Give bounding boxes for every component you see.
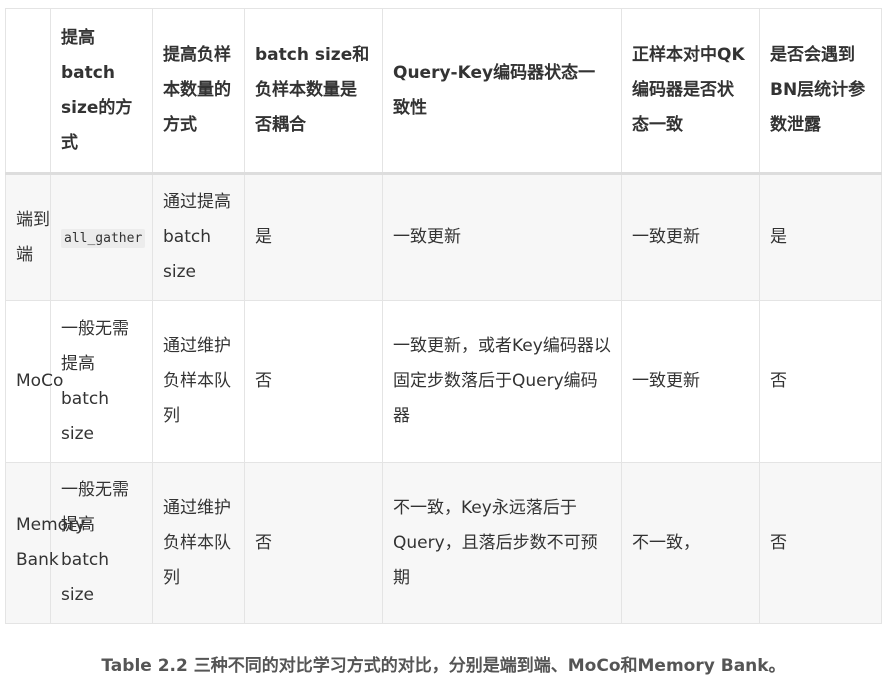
header-cell-batch-size-method: 提高batch size的方式	[50, 8, 153, 175]
header-cell-positive-pair-consistency: 正样本对中QK编码器是否状态一致	[621, 8, 760, 175]
row-label: MoCo	[5, 300, 63, 463]
table-cell: 通过维护负样本队列	[152, 462, 245, 624]
table-cell: all_gather	[50, 173, 153, 301]
comparison-table: 提高batch size的方式 提高负样本数量的方式 batch size和负样…	[5, 8, 882, 624]
table-cell: 否	[759, 462, 882, 624]
header-cell-coupling: batch size和负样本数量是否耦合	[244, 8, 383, 175]
table-caption: Table 2.2 三种不同的对比学习方式的对比，分别是端到端、MoCo和Mem…	[101, 656, 786, 676]
table-cell: 是	[759, 173, 882, 301]
header-cell-empty	[5, 8, 51, 175]
table-cell: 通过提高batch size	[152, 173, 245, 301]
table-cell: 一致更新	[621, 300, 760, 463]
table-row-end-to-end: 端到端 all_gather 通过提高batch size 是 一致更新 一致更…	[5, 173, 882, 301]
header-cell-bn-leak: 是否会遇到BN层统计参数泄露	[759, 8, 882, 175]
table-cell: 不一致，	[621, 462, 760, 624]
header-cell-negative-sample-method: 提高负样本数量的方式	[152, 8, 245, 175]
table-cell: 否	[759, 300, 882, 463]
row-label: Memory Bank	[5, 462, 85, 624]
table-cell: 否	[244, 300, 383, 463]
table-cell: 是	[244, 173, 383, 301]
table-cell: 否	[244, 462, 383, 624]
row-label: 端到端	[5, 173, 51, 301]
table-row-moco: MoCo 一般无需提高batch size 通过维护负样本队列 否 一致更新，或…	[5, 300, 882, 463]
table-cell: 通过维护负样本队列	[152, 300, 245, 463]
header-cell-qk-consistency: Query-Key编码器状态一致性	[382, 8, 622, 175]
table-row-memory-bank: Memory Bank 一般无需提高batch size 通过维护负样本队列 否…	[5, 462, 882, 624]
inline-code: all_gather	[61, 228, 146, 248]
table-cell: 一般无需提高batch size	[50, 300, 153, 463]
header-row: 提高batch size的方式 提高负样本数量的方式 batch size和负样…	[5, 8, 882, 175]
table-cell: 一致更新	[382, 173, 622, 301]
table-cell: 不一致，Key永远落后于Query，且落后步数不可预期	[382, 462, 622, 624]
table-cell: 一般无需提高batch size	[50, 462, 153, 624]
table-cell: 一致更新，或者Key编码器以固定步数落后于Query编码器	[382, 300, 622, 463]
table-cell: 一致更新	[621, 173, 760, 301]
